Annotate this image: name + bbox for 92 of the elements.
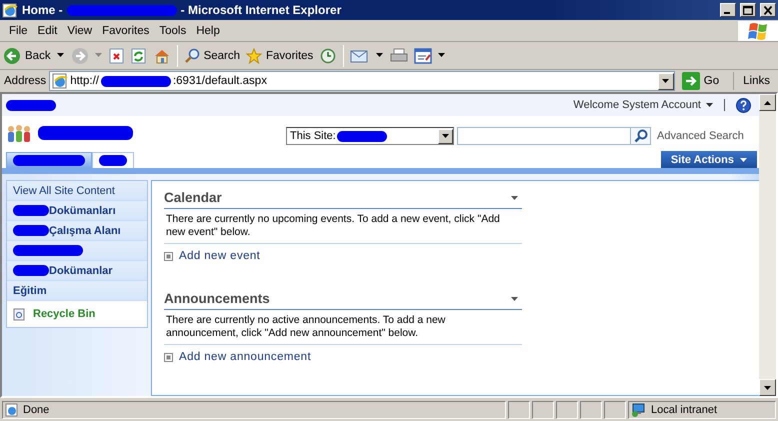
status-panel	[580, 400, 602, 418]
quick-launch-heading[interactable]: Çalışma Alanı	[7, 221, 147, 241]
nav-tab[interactable]	[92, 152, 134, 168]
quick-launch-link[interactable]: View All Site Content	[7, 181, 147, 201]
links-button[interactable]: Links	[737, 75, 776, 87]
close-icon	[761, 3, 775, 17]
back-button[interactable]: Back	[3, 46, 51, 64]
menu-item[interactable]: Tools	[154, 24, 192, 36]
url-text: http://	[70, 75, 99, 87]
caret-icon	[740, 158, 747, 162]
web-part-title: Announcements	[164, 291, 270, 306]
dropdown-caret-icon[interactable]	[438, 53, 446, 58]
status-panel	[532, 400, 554, 418]
minimize-button[interactable]	[720, 3, 736, 17]
scrollbar[interactable]	[759, 94, 776, 396]
quick-launch-heading[interactable]	[7, 241, 147, 261]
page-icon	[52, 73, 68, 89]
status-panel	[556, 400, 578, 418]
redaction-mark	[13, 265, 49, 276]
quick-launch-heading[interactable]: Eğitim	[7, 281, 147, 301]
redaction-mark	[99, 155, 127, 166]
user-menu[interactable]: Welcome System Account	[573, 99, 713, 111]
redaction-mark	[13, 245, 83, 256]
up-arrow-icon	[764, 100, 771, 104]
caret-icon[interactable]	[511, 296, 518, 300]
maximize-button[interactable]	[740, 3, 756, 17]
scroll-up-button[interactable]	[759, 94, 776, 111]
status-panel	[508, 400, 530, 418]
printer-icon[interactable]	[390, 48, 408, 64]
recycle-bin-icon	[13, 307, 25, 321]
bullet-icon	[164, 352, 173, 362]
dropdown-button[interactable]	[438, 128, 453, 144]
quick-launch-heading[interactable]: Dokümanları	[7, 201, 147, 221]
dropdown-button[interactable]	[658, 72, 674, 90]
refresh-icon[interactable]	[130, 48, 147, 64]
home-icon[interactable]	[152, 48, 171, 64]
dropdown-caret-icon[interactable]	[56, 53, 65, 58]
history-icon[interactable]	[319, 48, 338, 64]
site-actions-menu[interactable]: Site Actions	[660, 151, 757, 168]
web-part-title: Calendar	[164, 190, 222, 205]
window-title: Home -	[22, 3, 63, 17]
add-new-link[interactable]: Add new announcement	[179, 351, 312, 363]
dropdown-caret-icon[interactable]	[376, 53, 384, 58]
down-arrow-icon	[764, 386, 771, 390]
scroll-down-button[interactable]	[759, 379, 776, 396]
zone-text: Local intranet	[651, 404, 718, 416]
go-button[interactable]: Go	[678, 72, 734, 90]
empty-message: There are currently no upcoming events. To add a new event, click "Add new event" below.	[164, 209, 522, 244]
caret-icon	[662, 79, 670, 83]
menu-item[interactable]: View	[62, 24, 98, 36]
maximize-icon	[741, 3, 755, 17]
redaction-mark	[13, 205, 49, 216]
minimize-icon	[724, 12, 730, 14]
redaction-mark	[6, 100, 56, 110]
search-field[interactable]	[457, 127, 631, 145]
address-field[interactable]: http:// :6931/default.aspx	[49, 71, 675, 91]
browser-icon	[2, 2, 18, 18]
redaction-mark	[13, 225, 49, 236]
advanced-search-link[interactable]: Advanced Search	[657, 130, 744, 142]
bullet-icon	[164, 252, 173, 260]
windows-logo-icon	[738, 20, 778, 40]
close-button[interactable]	[760, 3, 776, 17]
menu-item[interactable]: Edit	[32, 24, 62, 36]
menu-item[interactable]: File	[4, 24, 33, 36]
nav-tab[interactable]	[6, 152, 92, 168]
caret-icon	[706, 103, 713, 107]
status-panel	[604, 400, 626, 418]
people-icon	[6, 123, 32, 143]
favorites-button[interactable]: Favorites	[246, 48, 314, 64]
caret-icon[interactable]	[511, 196, 518, 200]
edit-page-icon[interactable]	[414, 48, 432, 64]
address-label: Address	[4, 75, 46, 87]
redaction-mark	[336, 130, 387, 142]
mail-icon[interactable]	[350, 48, 370, 64]
search-button[interactable]: Search	[184, 48, 240, 64]
stop-icon[interactable]	[108, 48, 125, 64]
menu-item[interactable]: Help	[191, 24, 225, 36]
empty-message: There are currently no active announcements. To add a new announcement, click "Add new announcement" below.	[164, 310, 522, 345]
caret-icon	[442, 134, 449, 138]
redaction-mark	[100, 76, 171, 86]
url-text: :6931/default.aspx	[172, 75, 267, 87]
menu-item[interactable]: Favorites	[97, 24, 154, 36]
help-icon[interactable]	[736, 98, 751, 112]
window-title: - Microsoft Internet Explorer	[180, 3, 342, 17]
search-button[interactable]	[631, 127, 651, 145]
quick-launch-heading[interactable]: Dokümanlar	[7, 261, 147, 281]
magnifier-icon	[184, 48, 200, 64]
redaction-mark	[13, 155, 85, 166]
status-text: Done	[23, 404, 50, 416]
star-icon	[246, 48, 262, 64]
add-new-link[interactable]: Add new event	[179, 250, 260, 262]
search-scope-dropdown[interactable]: This Site:	[286, 127, 454, 145]
